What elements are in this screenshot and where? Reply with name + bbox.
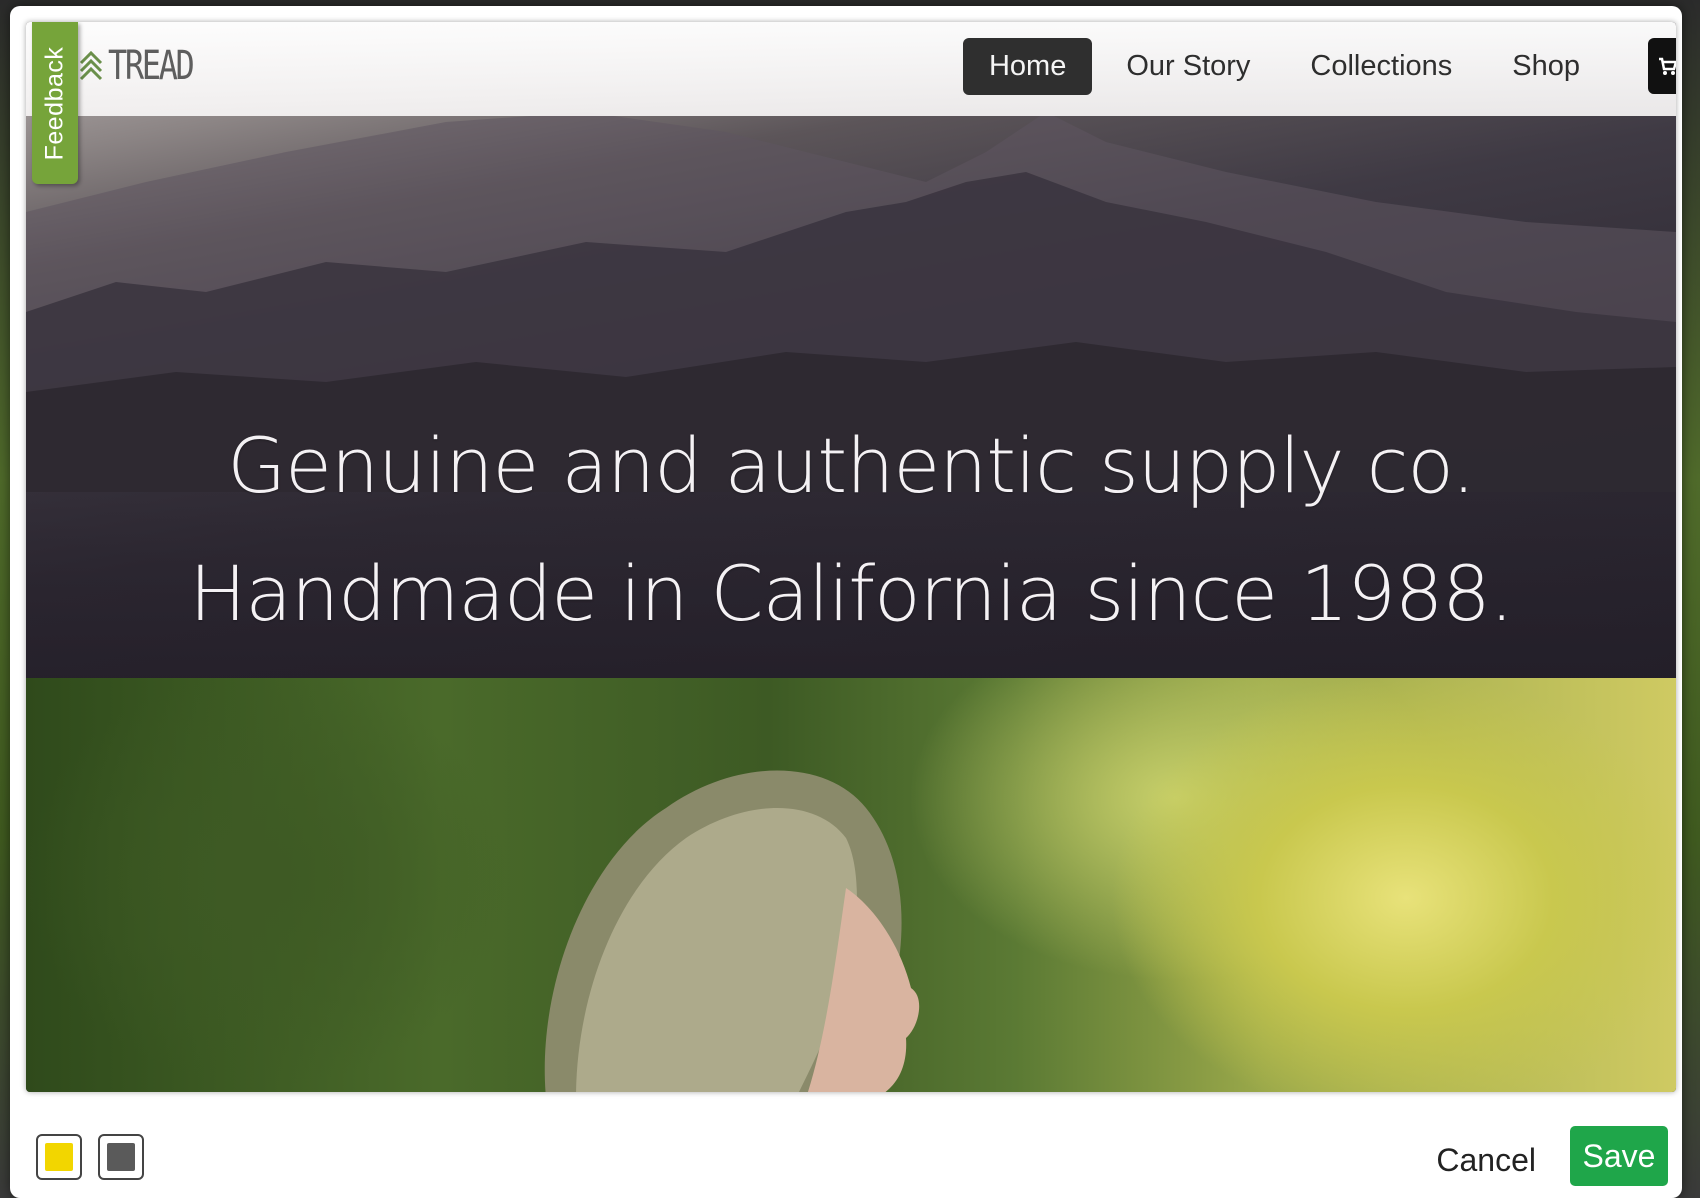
swatch-yellow-fill [45,1143,73,1171]
color-swatches [36,1134,144,1180]
logo-text: TREAD [108,43,195,89]
nav-our-story[interactable]: Our Story [1100,38,1276,95]
woman-portrait-image [544,770,920,1092]
hero-section: Genuine and authentic supply co. Handmad… [26,22,1676,678]
swatch-gray[interactable] [98,1134,144,1180]
cancel-button[interactable]: Cancel [1426,1136,1546,1185]
nav-collections[interactable]: Collections [1284,38,1478,95]
screenshot-editor-modal: Genuine and authentic supply co. Handmad… [10,6,1682,1198]
cart-button[interactable] [1648,38,1676,94]
nav-home[interactable]: Home [962,38,1093,95]
swatch-gray-fill [107,1143,135,1171]
website-preview: Genuine and authentic supply co. Handmad… [26,22,1676,1092]
nav-shop[interactable]: Shop [1486,38,1606,95]
hero-headline: Genuine and authentic supply co. Handmad… [26,402,1676,658]
feedback-tab[interactable]: Feedback [32,22,78,184]
hero-line-2: Handmade in California since 1988. [189,549,1514,638]
portrait-photo [26,678,1676,1092]
swatch-yellow[interactable] [36,1134,82,1180]
site-header: TREAD Home Our Story Collections Shop [26,22,1676,116]
main-nav: Home Our Story Collections Shop [955,38,1606,95]
feedback-label: Feedback [40,46,69,160]
hero-line-1: Genuine and authentic supply co. [227,421,1475,510]
tread-logo[interactable]: TREAD [78,42,213,90]
save-button[interactable]: Save [1570,1126,1668,1186]
cart-icon [1659,57,1676,75]
chevron-up-logo-icon [79,50,103,81]
